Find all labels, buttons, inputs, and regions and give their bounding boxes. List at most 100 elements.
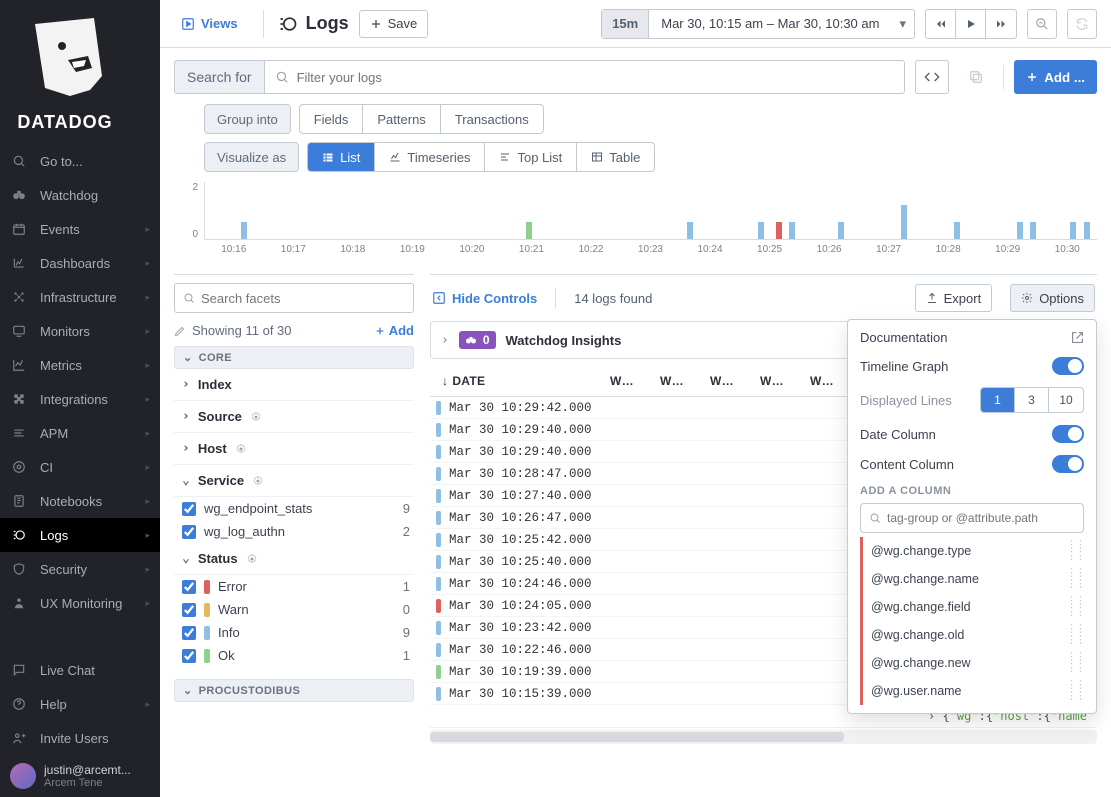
toggle-on-icon[interactable] bbox=[1052, 357, 1084, 375]
viz-list[interactable]: List bbox=[308, 143, 375, 171]
sidebar-item-integrations[interactable]: Integrations ▸ bbox=[0, 382, 160, 416]
export-button[interactable]: Export bbox=[915, 284, 993, 312]
facet-checkbox[interactable] bbox=[182, 626, 196, 640]
options-documentation[interactable]: Documentation bbox=[848, 324, 1096, 351]
save-button[interactable]: Save bbox=[359, 10, 429, 38]
sidebar-item-notebooks[interactable]: Notebooks ▸ bbox=[0, 484, 160, 518]
timerange-picker[interactable]: 15m Mar 30, 10:15 am – Mar 30, 10:30 am … bbox=[601, 9, 915, 39]
facet-search[interactable] bbox=[174, 283, 414, 313]
facet-item[interactable]: Ok 1 bbox=[174, 644, 414, 667]
sidebar-item-security[interactable]: Security ▸ bbox=[0, 552, 160, 586]
column-item[interactable]: @wg.change.new ⋮⋮⋮⋮ bbox=[863, 649, 1096, 677]
facet-item[interactable]: Error 1 bbox=[174, 575, 414, 598]
sidebar-item-watchdog[interactable]: Watchdog bbox=[0, 178, 160, 212]
search-input[interactable] bbox=[297, 70, 895, 85]
drag-handle-icon[interactable]: ⋮⋮⋮⋮ bbox=[1066, 680, 1084, 702]
viz-top-list[interactable]: Top List bbox=[485, 143, 577, 171]
histogram-bar[interactable] bbox=[789, 222, 795, 239]
options-add-column-search[interactable] bbox=[860, 503, 1084, 533]
code-button[interactable] bbox=[915, 60, 949, 94]
facet-checkbox[interactable] bbox=[182, 525, 196, 539]
sidebar-item-live-chat[interactable]: Live Chat bbox=[0, 653, 160, 687]
options-add-column-input[interactable] bbox=[887, 511, 1075, 525]
facet-group-host[interactable]: › Host bbox=[174, 433, 414, 465]
sidebar-item-go-to-[interactable]: Go to... bbox=[0, 144, 160, 178]
facet-checkbox[interactable] bbox=[182, 603, 196, 617]
column-item[interactable]: @wg.change.name ⋮⋮⋮⋮ bbox=[863, 565, 1096, 593]
sidebar-item-ux-monitoring[interactable]: UX Monitoring ▸ bbox=[0, 586, 160, 620]
drag-handle-icon[interactable]: ⋮⋮⋮⋮ bbox=[1066, 540, 1084, 562]
hide-controls-button[interactable]: Hide Controls bbox=[432, 291, 537, 306]
drag-handle-icon[interactable]: ⋮⋮⋮⋮ bbox=[1066, 652, 1084, 674]
toggle-on-icon[interactable] bbox=[1052, 425, 1084, 443]
histogram-bar[interactable] bbox=[954, 222, 960, 239]
column-item[interactable]: @wg.user.name ⋮⋮⋮⋮ bbox=[863, 677, 1096, 705]
histogram-bar[interactable] bbox=[758, 222, 764, 239]
sidebar-item-apm[interactable]: APM ▸ bbox=[0, 416, 160, 450]
column-item[interactable]: @wg.change.type ⋮⋮⋮⋮ bbox=[863, 537, 1096, 565]
views-button[interactable]: Views bbox=[170, 11, 249, 36]
copy-button[interactable] bbox=[959, 60, 993, 94]
facet-item[interactable]: Info 9 bbox=[174, 621, 414, 644]
sidebar-item-ci[interactable]: CI ▸ bbox=[0, 450, 160, 484]
facet-add-link[interactable]: Add bbox=[375, 323, 414, 338]
sidebar-item-metrics[interactable]: Metrics ▸ bbox=[0, 348, 160, 382]
col-wg[interactable]: WG... bbox=[760, 374, 788, 388]
sidebar-item-dashboards[interactable]: Dashboards ▸ bbox=[0, 246, 160, 280]
horizontal-scrollbar[interactable] bbox=[430, 730, 1097, 744]
options-timeline-toggle[interactable]: Timeline Graph bbox=[848, 351, 1096, 381]
viz-table[interactable]: Table bbox=[577, 143, 654, 171]
col-date[interactable]: ↓ DATE bbox=[442, 374, 588, 388]
facet-group-index[interactable]: › Index bbox=[174, 369, 414, 401]
add-button[interactable]: Add ... bbox=[1014, 60, 1097, 94]
facet-heading-core[interactable]: ⌄CORE bbox=[174, 346, 414, 369]
viz-timeseries[interactable]: Timeseries bbox=[375, 143, 485, 171]
time-next-button[interactable] bbox=[986, 10, 1016, 38]
histogram-bar[interactable] bbox=[1070, 222, 1076, 239]
chart-bars[interactable] bbox=[204, 182, 1097, 240]
group-into-patterns[interactable]: Patterns bbox=[363, 105, 440, 133]
facet-checkbox[interactable] bbox=[182, 580, 196, 594]
drag-handle-icon[interactable]: ⋮⋮⋮⋮ bbox=[1066, 568, 1084, 590]
facet-group-status[interactable]: ⌄ Status bbox=[174, 543, 414, 575]
facet-group-source[interactable]: › Source bbox=[174, 401, 414, 433]
toggle-on-icon[interactable] bbox=[1052, 455, 1084, 473]
displayed-lines-10[interactable]: 10 bbox=[1049, 388, 1083, 412]
column-item[interactable]: @wg.change.old ⋮⋮⋮⋮ bbox=[863, 621, 1096, 649]
col-wg[interactable]: WG... bbox=[610, 374, 638, 388]
facet-checkbox[interactable] bbox=[182, 649, 196, 663]
displayed-lines-3[interactable]: 3 bbox=[1015, 388, 1049, 412]
group-into-fields[interactable]: Fields bbox=[300, 105, 364, 133]
sidebar-item-monitors[interactable]: Monitors ▸ bbox=[0, 314, 160, 348]
histogram-bar[interactable] bbox=[776, 222, 782, 239]
refresh-button[interactable] bbox=[1067, 9, 1097, 39]
sidebar-item-events[interactable]: Events ▸ bbox=[0, 212, 160, 246]
drag-handle-icon[interactable]: ⋮⋮⋮⋮ bbox=[1066, 624, 1084, 646]
col-wg[interactable]: WG... bbox=[710, 374, 738, 388]
sidebar-item-infrastructure[interactable]: Infrastructure ▸ bbox=[0, 280, 160, 314]
sidebar-item-invite-users[interactable]: Invite Users bbox=[0, 721, 160, 755]
time-play-button[interactable] bbox=[956, 10, 986, 38]
facet-checkbox[interactable] bbox=[182, 502, 196, 516]
facet-heading-bottom[interactable]: ⌄PROCUSTODIBUS bbox=[174, 679, 414, 702]
sidebar-item-help[interactable]: Help ▸ bbox=[0, 687, 160, 721]
search-input-wrap[interactable] bbox=[265, 60, 906, 94]
col-wg[interactable]: WG... bbox=[810, 374, 838, 388]
column-item[interactable]: @wg.change.field ⋮⋮⋮⋮ bbox=[863, 593, 1096, 621]
group-into-transactions[interactable]: Transactions bbox=[441, 105, 543, 133]
options-date-col-toggle[interactable]: Date Column bbox=[848, 419, 1096, 449]
options-button[interactable]: Options bbox=[1010, 284, 1095, 312]
zoom-out-button[interactable] bbox=[1027, 9, 1057, 39]
facet-search-input[interactable] bbox=[201, 291, 405, 306]
histogram-bar[interactable] bbox=[1084, 222, 1090, 239]
histogram-bar[interactable] bbox=[526, 222, 532, 239]
col-wg[interactable]: WG... bbox=[660, 374, 688, 388]
time-prev-button[interactable] bbox=[926, 10, 956, 38]
histogram-bar[interactable] bbox=[1017, 222, 1023, 239]
sidebar-user[interactable]: justin@arcemt... Arcem Tene bbox=[0, 755, 160, 797]
histogram-bar[interactable] bbox=[838, 222, 844, 239]
facet-group-service[interactable]: ⌄ Service bbox=[174, 465, 414, 497]
histogram-bar[interactable] bbox=[901, 205, 907, 239]
facet-item[interactable]: Warn 0 bbox=[174, 598, 414, 621]
histogram-bar[interactable] bbox=[1030, 222, 1036, 239]
